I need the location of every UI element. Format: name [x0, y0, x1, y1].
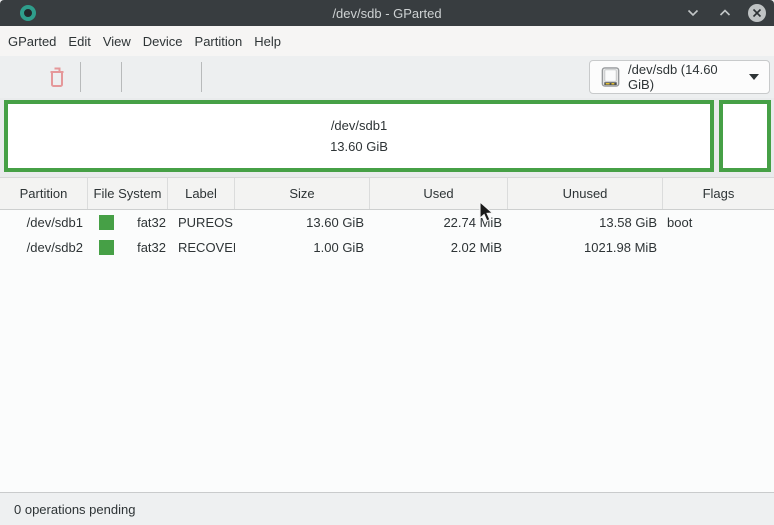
cell-flags — [663, 235, 774, 260]
cell-size: 1.00 GiB — [235, 235, 370, 260]
chevron-up-icon — [719, 9, 731, 17]
menu-edit[interactable]: Edit — [62, 29, 96, 54]
maximize-button[interactable] — [716, 4, 734, 22]
table-row-sdb2[interactable]: /dev/sdb2 fat32 RECOVER 1.00 GiB 2.02 Mi… — [0, 235, 774, 260]
pending-operations-text: 0 operations pending — [14, 502, 135, 517]
delete-partition-button[interactable] — [37, 60, 77, 94]
table-empty-area[interactable] — [0, 260, 774, 492]
table-row-sdb1[interactable]: /dev/sdb1 fat32 PUREOS 13.60 GiB 22.74 M… — [0, 210, 774, 235]
cell-partition: /dev/sdb2 — [0, 235, 88, 260]
filesystem-color-swatch — [99, 240, 114, 255]
menu-help[interactable]: Help — [248, 29, 287, 54]
window-title: /dev/sdb - GParted — [0, 6, 774, 21]
partition-visual-size: 13.60 GiB — [330, 136, 388, 157]
menu-gparted[interactable]: GParted — [2, 29, 62, 54]
cell-size: 13.60 GiB — [235, 210, 370, 235]
cell-file-system: fat32 — [88, 210, 168, 235]
column-header-label[interactable]: Label — [168, 178, 235, 209]
disk-visual-strip: /dev/sdb1 13.60 GiB — [0, 98, 774, 177]
close-button[interactable] — [748, 4, 766, 22]
dropdown-caret-icon — [749, 74, 759, 80]
toolbar-separator — [201, 62, 202, 92]
toolbar-separator — [121, 62, 122, 92]
column-header-partition[interactable]: Partition — [0, 178, 88, 209]
cell-file-system: fat32 — [88, 235, 168, 260]
filesystem-name: fat32 — [114, 240, 166, 255]
gparted-logo-icon — [20, 5, 36, 21]
menu-partition[interactable]: Partition — [189, 29, 249, 54]
partition-table-header: Partition File System Label Size Used Un… — [0, 177, 774, 210]
cell-unused: 1021.98 MiB — [508, 235, 663, 260]
column-header-file-system[interactable]: File System — [88, 178, 168, 209]
filesystem-color-swatch — [99, 215, 114, 230]
gparted-window: /dev/sdb - GParted GParted Edit — [0, 0, 774, 525]
cell-used: 22.74 MiB — [370, 210, 508, 235]
cell-label: RECOVER — [168, 235, 235, 260]
partition-visual-sdb1[interactable]: /dev/sdb1 13.60 GiB — [4, 100, 714, 172]
column-header-flags[interactable]: Flags — [663, 178, 774, 209]
partition-visual-sdb2[interactable] — [719, 100, 771, 172]
toolbar: /dev/sdb (14.60 GiB) — [0, 56, 774, 98]
toolbar-separator — [80, 62, 81, 92]
device-selector-label: /dev/sdb (14.60 GiB) — [628, 62, 742, 92]
titlebar[interactable]: /dev/sdb - GParted — [0, 0, 774, 26]
minimize-button[interactable] — [684, 4, 702, 22]
menu-view[interactable]: View — [97, 29, 137, 54]
chevron-down-icon — [687, 9, 699, 17]
cell-label: PUREOS — [168, 210, 235, 235]
partition-visual-name: /dev/sdb1 — [331, 115, 387, 136]
cell-flags: boot — [663, 210, 774, 235]
column-header-size[interactable]: Size — [235, 178, 370, 209]
hard-drive-icon — [600, 66, 621, 88]
column-header-unused[interactable]: Unused — [508, 178, 663, 209]
column-header-used[interactable]: Used — [370, 178, 508, 209]
cell-partition: /dev/sdb1 — [0, 210, 88, 235]
cell-used: 2.02 MiB — [370, 235, 508, 260]
window-controls — [684, 4, 766, 22]
device-selector-dropdown[interactable]: /dev/sdb (14.60 GiB) — [589, 60, 770, 94]
close-icon — [752, 8, 762, 18]
statusbar: 0 operations pending — [0, 492, 774, 525]
filesystem-name: fat32 — [114, 215, 166, 230]
menubar: GParted Edit View Device Partition Help — [0, 26, 774, 56]
trash-icon — [45, 64, 69, 90]
menu-device[interactable]: Device — [137, 29, 189, 54]
cell-unused: 13.58 GiB — [508, 210, 663, 235]
